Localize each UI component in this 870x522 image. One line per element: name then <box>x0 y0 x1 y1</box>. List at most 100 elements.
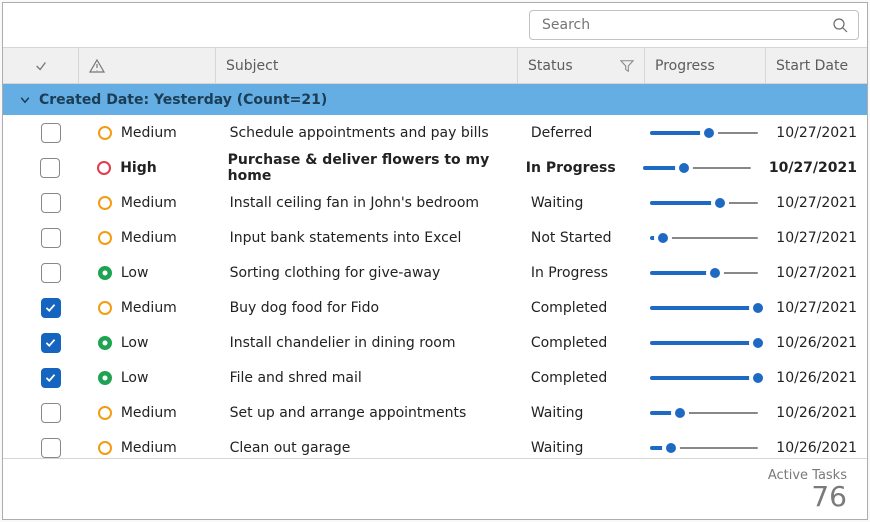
column-header-start-date[interactable]: Start Date <box>766 48 867 83</box>
progress-slider[interactable] <box>650 441 759 455</box>
checkbox[interactable] <box>41 368 61 388</box>
cell-status: Waiting <box>517 395 644 430</box>
cell-start-date: 10/26/2021 <box>764 430 867 458</box>
subject-text: Set up and arrange appointments <box>230 405 467 421</box>
priority-icon <box>97 405 113 421</box>
column-header-status[interactable]: Status <box>518 48 645 83</box>
priority-label: High <box>120 160 157 176</box>
progress-slider[interactable] <box>650 336 759 350</box>
checkbox[interactable] <box>41 123 61 143</box>
subject-text: Schedule appointments and pay bills <box>230 125 489 141</box>
cell-start-date: 10/27/2021 <box>764 220 867 255</box>
cell-progress <box>644 185 765 220</box>
start-date-text: 10/27/2021 <box>776 195 857 211</box>
checkbox[interactable] <box>40 158 60 178</box>
priority-icon <box>97 335 113 351</box>
cell-progress <box>644 220 765 255</box>
column-header-progress[interactable]: Progress <box>645 48 766 83</box>
subject-text: Sorting clothing for give-away <box>230 265 441 281</box>
cell-subject: Buy dog food for Fido <box>216 290 517 325</box>
table-row[interactable]: LowFile and shred mailCompleted10/26/202… <box>3 360 867 395</box>
progress-slider[interactable] <box>650 231 759 245</box>
cell-start-date: 10/26/2021 <box>764 395 867 430</box>
progress-slider[interactable] <box>650 406 759 420</box>
table-row[interactable]: MediumClean out garageWaiting10/26/2021 <box>3 430 867 458</box>
priority-label: Medium <box>121 125 177 141</box>
chevron-down-icon <box>19 94 31 106</box>
column-header-complete[interactable] <box>3 48 79 83</box>
subject-text: Install ceiling fan in John's bedroom <box>230 195 479 211</box>
cell-subject: Purchase & deliver flowers to my home <box>214 150 512 185</box>
cell-priority: High <box>78 150 213 185</box>
checkbox[interactable] <box>41 438 61 458</box>
status-text: Waiting <box>531 195 584 211</box>
priority-icon <box>97 265 113 281</box>
cell-priority: Medium <box>79 220 216 255</box>
progress-slider[interactable] <box>643 161 750 175</box>
cell-progress <box>644 325 765 360</box>
cell-priority: Medium <box>79 430 216 458</box>
table-row[interactable]: High Purchase & deliver flowers to my hom… <box>3 150 867 185</box>
cell-status: In Progress <box>512 150 638 185</box>
priority-icon <box>97 440 113 456</box>
progress-slider[interactable] <box>650 126 759 140</box>
cell-complete <box>3 430 79 458</box>
column-header-priority[interactable] <box>79 48 216 83</box>
table-row[interactable]: Medium Install ceiling fan in John's bedr… <box>3 185 867 220</box>
table-row[interactable]: Medium Schedule appointments and pay bill… <box>3 115 867 150</box>
start-date-text: 10/26/2021 <box>776 370 857 386</box>
cell-priority: Medium <box>79 115 216 150</box>
cell-status: Waiting <box>517 430 644 458</box>
cell-priority: Low <box>79 325 216 360</box>
start-date-text: 10/27/2021 <box>776 265 857 281</box>
cell-subject: Sorting clothing for give-away <box>216 255 517 290</box>
cell-progress <box>644 290 765 325</box>
table-row[interactable]: Medium Set up and arrange appointments Wai… <box>3 395 867 430</box>
checkbox[interactable] <box>41 333 61 353</box>
table-row[interactable]: LowInstall chandelier in dining roomComp… <box>3 325 867 360</box>
priority-label: Low <box>121 265 149 281</box>
progress-slider[interactable] <box>650 301 759 315</box>
status-text: Completed <box>531 300 607 316</box>
filter-icon[interactable] <box>620 59 634 73</box>
cell-subject: Set up and arrange appointments <box>216 395 517 430</box>
table-row[interactable]: MediumBuy dog food for FidoCompleted10/2… <box>3 290 867 325</box>
cell-subject: Install ceiling fan in John's bedroom <box>216 185 517 220</box>
priority-label: Low <box>121 335 149 351</box>
cell-progress <box>644 115 765 150</box>
column-headers: Subject Status Progress Start Date <box>3 48 867 84</box>
cell-start-date: 10/27/2021 <box>757 150 867 185</box>
group-header[interactable]: Created Date: Yesterday (Count=21) <box>3 84 867 115</box>
checkbox[interactable] <box>41 298 61 318</box>
status-text: Completed <box>531 370 607 386</box>
start-date-text: 10/26/2021 <box>776 405 857 421</box>
priority-label: Medium <box>121 405 177 421</box>
checkbox[interactable] <box>41 403 61 423</box>
table-row[interactable]: Medium Input bank statements into Excel No… <box>3 220 867 255</box>
cell-progress <box>644 360 765 395</box>
cell-complete <box>3 325 79 360</box>
progress-slider[interactable] <box>650 371 759 385</box>
start-date-text: 10/27/2021 <box>769 160 857 176</box>
table-row[interactable]: LowSorting clothing for give-awayIn Prog… <box>3 255 867 290</box>
status-text: In Progress <box>526 160 616 176</box>
search-input-wrap[interactable] <box>529 10 859 40</box>
cell-progress <box>644 255 765 290</box>
cell-status: Completed <box>517 325 644 360</box>
subject-text: Input bank statements into Excel <box>230 230 462 246</box>
cell-complete <box>3 115 79 150</box>
checkbox[interactable] <box>41 193 61 213</box>
cell-priority: Medium <box>79 185 216 220</box>
cell-start-date: 10/26/2021 <box>764 325 867 360</box>
cell-status: Completed <box>517 290 644 325</box>
cell-start-date: 10/27/2021 <box>764 185 867 220</box>
status-text: Not Started <box>531 230 612 246</box>
checkbox[interactable] <box>41 228 61 248</box>
checkbox[interactable] <box>41 263 61 283</box>
priority-icon <box>97 370 113 386</box>
column-header-subject[interactable]: Subject <box>216 48 518 83</box>
subject-text: Buy dog food for Fido <box>230 300 379 316</box>
progress-slider[interactable] <box>650 266 759 280</box>
progress-slider[interactable] <box>650 196 759 210</box>
search-input[interactable] <box>540 16 832 34</box>
